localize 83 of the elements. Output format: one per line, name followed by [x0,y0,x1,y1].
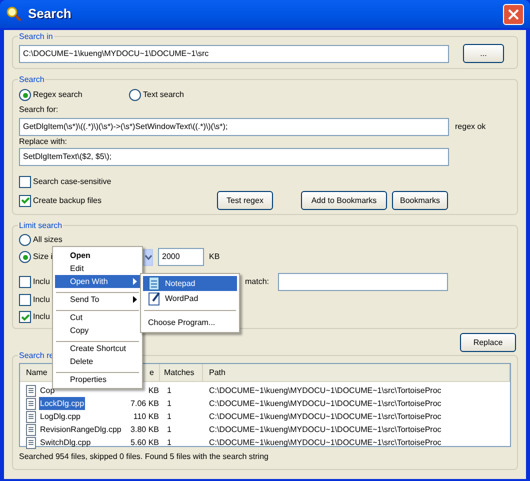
group-label: Limit search [18,220,64,232]
table-cell-text: 1 [166,424,172,436]
radio-button[interactable] [19,89,31,101]
checkbox-label: Create backup files [33,194,102,206]
column-header[interactable]: Path [203,364,510,381]
add-bookmark-button[interactable]: Add to Bookmarks [301,191,387,210]
checkbox[interactable] [19,294,31,306]
group-label: Search [18,74,46,86]
test-regex-button[interactable]: Test regex [217,191,273,210]
menu-item[interactable]: Edit [55,262,140,275]
file-icon [26,410,36,422]
checkbox[interactable] [19,311,31,323]
document-pen-icon [147,291,161,306]
status-text: regex ok [455,121,486,133]
menu-item[interactable]: Choose Program... [143,315,237,330]
menu-item[interactable]: Cut [55,311,140,324]
menu-item[interactable]: Create Shortcut [55,342,140,355]
replace-button[interactable]: Replace [460,333,516,352]
menu-item[interactable]: Copy [55,324,140,337]
table-cell-text: C:\DOCUME~1\kueng\MYDOCU~1\DOCUME~1\src\TortoiseProc [208,424,442,436]
radio-label: Text search [143,89,184,101]
file-name[interactable]: SwitchDlg.cpp [39,436,92,449]
menu-item[interactable]: WordPad [143,291,237,306]
radio-button[interactable] [19,234,31,246]
menu-item[interactable]: Properties [55,373,140,386]
notepad-icon [147,276,161,291]
column-header[interactable]: Matches [160,364,203,381]
bookmarks-button[interactable]: Bookmarks [392,191,448,210]
checkbox-label: Inclu [33,311,50,323]
file-name[interactable]: RevisionRangeDlg.cpp [39,423,122,436]
table-cell-text: 1 [166,385,172,397]
file-name[interactable]: Cop [39,384,56,397]
path-field[interactable]: C:\DOCUME~1\kueng\MYDOCU~1\DOCUME~1\src [19,44,449,62]
field-label: Replace with: [19,136,68,148]
field-label: match: [245,276,270,288]
search-field[interactable]: GetDlgItem(\s*)\((.*)\)(\s*)->(\s*)SetWindowText\((.*)\)(\s*); [19,118,449,136]
checkbox[interactable] [19,276,31,288]
submenu-arrow-icon [133,296,137,303]
radio-label: Size i [33,251,53,263]
table-cell-text: C:\DOCUME~1\kueng\MYDOCU~1\DOCUME~1\src\TortoiseProc [208,385,442,397]
field-label: Search for: [19,104,60,116]
magnifier-icon [6,6,22,22]
table-cell-text: C:\DOCUME~1\kueng\MYDOCU~1\DOCUME~1\src\TortoiseProc [208,411,442,423]
table-cell-text: 1 [166,398,172,410]
match-field[interactable] [278,273,448,291]
radio-button[interactable] [129,89,141,101]
status-text: Searched 954 files, skipped 0 files. Found 5 files with the search string [19,451,270,463]
size-field[interactable]: 2000 [158,248,204,266]
close-button[interactable] [503,4,524,24]
menu-item[interactable]: Open [55,249,140,262]
radio-label: All sizes [33,234,62,246]
window-title: Search [28,5,72,24]
submenu-arrow-icon [133,278,137,285]
checkbox-label: Inclu [33,276,50,288]
checkbox[interactable] [19,194,31,206]
table-cell-text: C:\DOCUME~1\kueng\MYDOCU~1\DOCUME~1\src\TortoiseProc [208,437,442,449]
radio-button[interactable] [19,251,31,263]
table-cell-text: 5.60 KB [130,437,160,449]
checkbox-label: Inclu [33,294,50,306]
menu-item[interactable]: Open With [55,275,140,288]
file-name[interactable]: LogDlg.cpp [39,410,82,423]
table-cell-text: 1 [166,411,172,423]
table-cell-text: KB [147,385,160,397]
table-cell-text: C:\DOCUME~1\kueng\MYDOCU~1\DOCUME~1\src\TortoiseProc [208,398,442,410]
file-name[interactable]: LockDlg.cpp [39,397,86,410]
file-icon [26,424,36,436]
close-icon [508,8,519,20]
checkbox[interactable] [19,176,31,188]
table-cell-text: 3.80 KB [130,424,160,436]
table-cell-text: 1 [166,437,172,449]
unit-label: KB [209,251,220,263]
file-icon [26,384,36,396]
checkbox-label: Search case-sensitive [33,176,112,188]
browse-button[interactable]: ... [463,44,504,63]
table-cell-text: 110 KB [132,411,160,423]
group-label: Search in [18,31,54,43]
menu-item[interactable]: Delete [55,355,140,368]
menu-item[interactable]: Notepad [143,276,237,291]
replace-field[interactable]: SetDlgItemText\($2, $5\); [19,148,449,166]
file-icon [26,398,36,410]
menu-item[interactable]: Send To [55,293,140,306]
table-cell-text: 7.06 KB [130,398,160,410]
radio-label: Regex search [33,89,82,101]
